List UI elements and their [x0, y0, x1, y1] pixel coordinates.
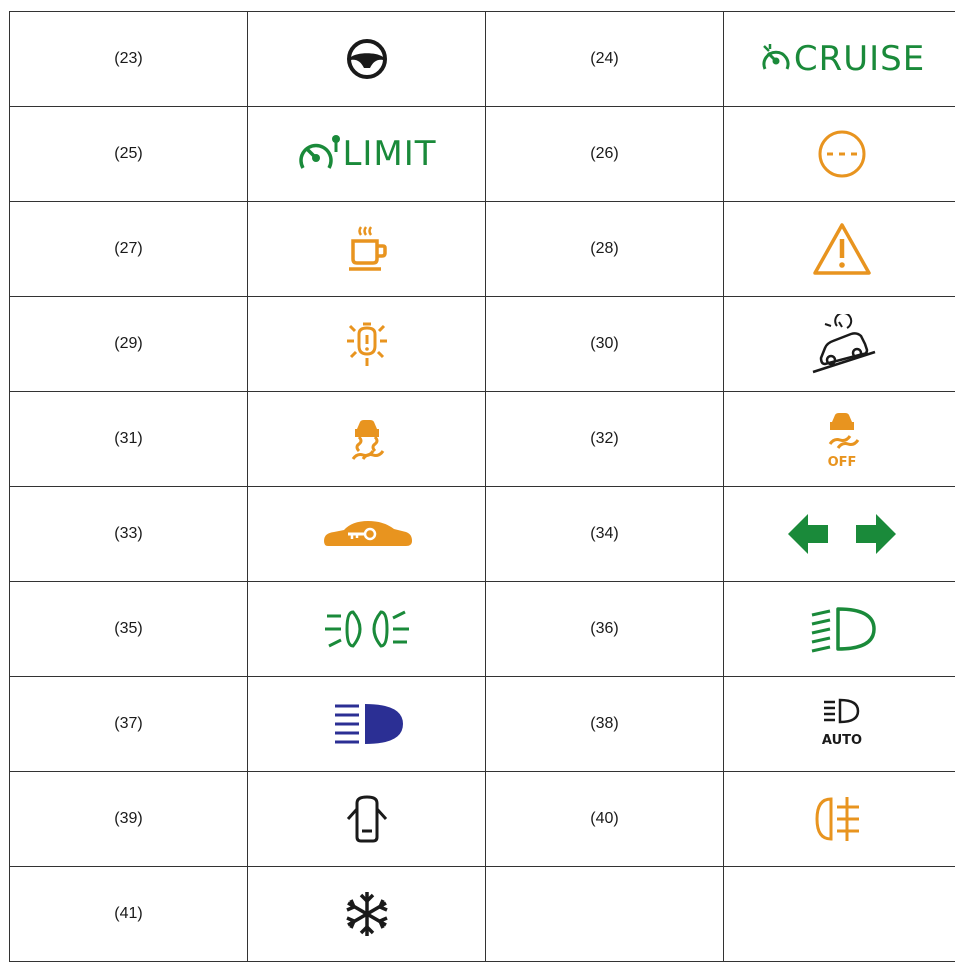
indicator-number: (26): [590, 145, 618, 162]
table-row: (35) (36): [10, 582, 955, 677]
icon-cell: [248, 297, 486, 392]
number-cell: (23): [10, 12, 248, 107]
indicator-number: (31): [114, 430, 142, 447]
number-cell: (31): [10, 392, 248, 487]
steering-wheel-icon: [345, 37, 389, 81]
coffee-cup-icon: [347, 223, 387, 275]
icon-cell: [724, 297, 955, 392]
frost-warning-icon: [342, 889, 392, 939]
indicator-number: (29): [114, 335, 142, 352]
number-cell: (35): [10, 582, 248, 677]
rear-fog-light-icon: [815, 793, 869, 845]
bulb-failure-icon: [339, 316, 395, 372]
icon-cell: [724, 487, 955, 582]
speed-limiter-fault-icon: [817, 129, 867, 179]
indicator-number: (37): [114, 715, 142, 732]
high-beam-icon: [327, 700, 407, 748]
indicator-number: (39): [114, 810, 142, 827]
auto-headlights-icon: AUTO: [820, 696, 864, 752]
door-open-icon: [345, 793, 389, 845]
number-cell: (24): [486, 12, 724, 107]
icon-cell: AUTO: [724, 677, 955, 772]
table-row: (33) (34): [10, 487, 955, 582]
table-row: (39) (40): [10, 772, 955, 867]
number-cell: (36): [486, 582, 724, 677]
table-row: (27) (28): [10, 202, 955, 297]
position-lights-icon: [317, 604, 417, 654]
icon-cell: [248, 677, 486, 772]
icon-cell: [248, 582, 486, 677]
icon-cell: [724, 202, 955, 297]
table-row: (25) LIMIT (26): [10, 107, 955, 202]
limit-label: LIMIT: [342, 134, 436, 174]
indicator-number: (40): [590, 810, 618, 827]
indicator-number: (34): [590, 525, 618, 542]
indicator-table: (23) (24) CRUISE (25): [9, 11, 955, 962]
number-cell: (30): [486, 297, 724, 392]
icon-cell: [724, 772, 955, 867]
icon-cell: [724, 582, 955, 677]
table-row: (37) (38) AUTO: [10, 677, 955, 772]
number-cell: (28): [486, 202, 724, 297]
indicator-number: (38): [590, 715, 618, 732]
immobilizer-key-icon: [320, 515, 414, 553]
stability-control-icon: [347, 417, 387, 461]
number-cell: (34): [486, 487, 724, 582]
warning-triangle-icon: [811, 221, 873, 277]
cruise-control-icon: [758, 41, 794, 77]
table-row: (41): [10, 867, 955, 962]
icon-cell: [248, 392, 486, 487]
indicator-number: (30): [590, 335, 618, 352]
hill-descent-icon: [807, 314, 877, 374]
indicator-number: (35): [114, 620, 142, 637]
empty-cell: [486, 867, 724, 962]
empty-cell: [724, 867, 955, 962]
icon-cell: [248, 12, 486, 107]
number-cell: (33): [10, 487, 248, 582]
number-cell: (26): [486, 107, 724, 202]
table-row: (31) (32) OFF: [10, 392, 955, 487]
indicator-number: (32): [590, 430, 618, 447]
indicator-number: (28): [590, 240, 618, 257]
number-cell: (29): [10, 297, 248, 392]
number-cell: (27): [10, 202, 248, 297]
number-cell: (37): [10, 677, 248, 772]
speed-limiter-icon: [296, 134, 342, 174]
icon-cell: [248, 867, 486, 962]
icon-cell: [248, 772, 486, 867]
table-row: (23) (24) CRUISE: [10, 12, 955, 107]
number-cell: (32): [486, 392, 724, 487]
icon-cell: [724, 107, 955, 202]
indicator-number: (33): [114, 525, 142, 542]
number-cell: (40): [486, 772, 724, 867]
icon-cell: [248, 202, 486, 297]
indicator-number: (41): [114, 905, 142, 922]
auto-label: AUTO: [821, 733, 861, 748]
indicator-number: (25): [114, 145, 142, 162]
number-cell: (38): [486, 677, 724, 772]
indicator-number: (27): [114, 240, 142, 257]
number-cell: (39): [10, 772, 248, 867]
number-cell: (25): [10, 107, 248, 202]
table-row: (29) (30): [10, 297, 955, 392]
number-cell: (41): [10, 867, 248, 962]
low-beam-icon: [804, 603, 880, 655]
turn-signals-icon: [784, 511, 900, 557]
cruise-label: CRUISE: [794, 39, 925, 79]
icon-cell: CRUISE: [724, 12, 955, 107]
icon-cell: OFF: [724, 392, 955, 487]
indicator-number: (24): [590, 50, 618, 67]
icon-cell: LIMIT: [248, 107, 486, 202]
stability-control-off-icon: OFF: [822, 410, 862, 468]
off-label: OFF: [827, 455, 856, 468]
indicator-number: (23): [114, 50, 142, 67]
indicator-number: (36): [590, 620, 618, 637]
icon-cell: [248, 487, 486, 582]
